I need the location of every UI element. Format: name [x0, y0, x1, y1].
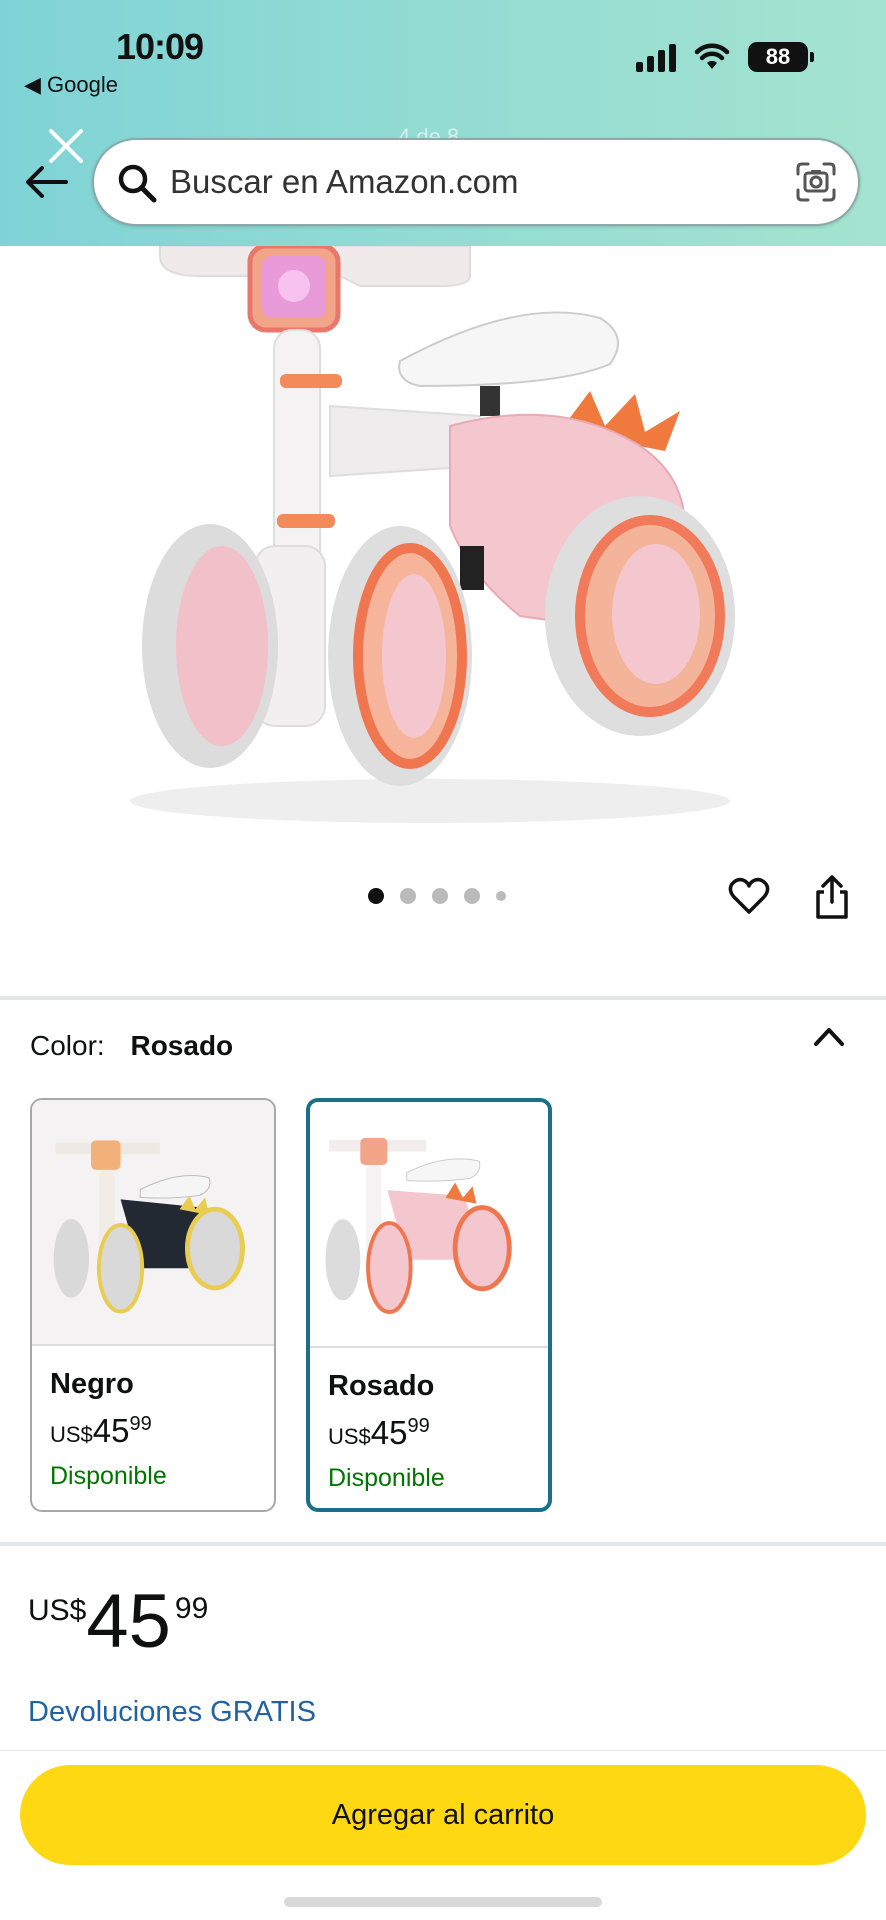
free-returns-link[interactable]: Devoluciones GRATIS [28, 1696, 316, 1729]
price-cents: 99 [174, 1592, 209, 1625]
price-whole: 45 [86, 1579, 171, 1664]
section-divider [0, 996, 886, 1000]
carousel-dot[interactable] [400, 888, 416, 904]
swatch-availability: Disponible [50, 1462, 167, 1490]
color-selector-label: Color: Rosado [30, 1030, 233, 1062]
carousel-dot[interactable] [496, 891, 506, 901]
status-icons: 88 [636, 42, 814, 72]
back-to-app-link[interactable]: ◀ Google [24, 72, 118, 98]
camera-search-icon[interactable] [794, 160, 838, 204]
swatch-image-negro [32, 1100, 274, 1346]
battery-icon: 88 [748, 42, 814, 72]
bottom-action-bar: Agregar al carrito [0, 1750, 886, 1920]
swatch-price: US$4599 [328, 1414, 430, 1451]
search-bar[interactable] [92, 138, 860, 226]
chevron-up-icon[interactable] [812, 1024, 846, 1048]
status-time: 10:09 [116, 26, 204, 67]
image-carousel-dots [368, 888, 506, 904]
search-icon [118, 164, 157, 203]
swatch-availability: Disponible [328, 1464, 445, 1492]
close-icon[interactable] [46, 126, 86, 166]
wifi-icon [694, 43, 730, 69]
carousel-dot[interactable] [432, 888, 448, 904]
swatch-name: Negro [50, 1368, 134, 1400]
add-to-cart-button[interactable]: Agregar al carrito [20, 1765, 866, 1865]
product-image[interactable] [0, 246, 886, 866]
cellular-signal-icon [636, 42, 676, 72]
carousel-dot[interactable] [368, 888, 384, 904]
swatch-name: Rosado [328, 1370, 435, 1402]
search-input[interactable] [170, 154, 770, 210]
section-divider [0, 1542, 886, 1546]
back-arrow-icon[interactable] [24, 164, 68, 200]
color-option-negro[interactable]: Negro US$4599 Disponible [30, 1098, 276, 1512]
carousel-dot[interactable] [464, 888, 480, 904]
price-currency: US$ [28, 1594, 87, 1627]
swatch-price: US$4599 [50, 1412, 152, 1449]
color-label-text: Color: [30, 1030, 105, 1061]
swatch-image-rosado [310, 1102, 548, 1348]
wishlist-heart-icon[interactable] [728, 876, 770, 916]
header: 10:09 ◀ Google 88 4 de 8 [0, 0, 886, 246]
home-indicator[interactable] [284, 1897, 602, 1907]
color-option-rosado[interactable]: Rosado US$4599 Disponible [306, 1098, 552, 1512]
share-icon[interactable] [812, 874, 852, 920]
selected-color-value: Rosado [130, 1030, 234, 1061]
product-price: US$ 45 99 [28, 1584, 208, 1660]
